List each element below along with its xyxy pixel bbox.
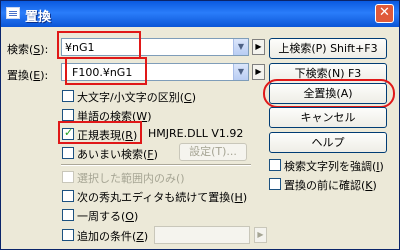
confirm-before-replace-label: 置換の前に確認(K) [284,179,377,192]
replace-label: 置換(E): [7,69,49,82]
settings-button[interactable]: 設定(T)... [179,143,247,161]
highlight-search-checkbox[interactable] [269,159,281,171]
highlight-search-label: 検索文字列を強調(I) [284,160,384,173]
fuzzy-search-checkbox[interactable] [62,147,74,159]
cancel-button[interactable]: キャンセル [269,107,387,128]
divider [61,164,251,166]
replace-dialog: 置換 ✕ 検索(S): ¥nG1 ▼ ▶ 置換(E): F100.¥nG1 ▼ … [0,0,400,250]
close-icon[interactable]: ✕ [375,4,394,23]
continue-next-checkbox[interactable] [62,190,74,202]
dll-version-text: HMJRE.DLL V1.92 [148,127,244,140]
help-button[interactable]: ヘルプ [269,132,387,153]
regex-highlight-box [58,121,142,144]
app-icon [6,7,20,19]
replace-history-arrow-icon[interactable]: ▶ [252,64,265,80]
confirm-before-replace-checkbox[interactable] [269,178,281,190]
word-search-checkbox[interactable] [62,109,74,121]
search-dropdown-icon[interactable]: ▼ [233,39,248,55]
case-sensitive-checkbox[interactable] [62,90,74,102]
wrap-around-checkbox[interactable] [62,209,74,221]
extra-condition-arrow-icon[interactable]: ▶ [254,227,267,243]
search-highlight-box [57,31,141,59]
replace-highlight-box [65,57,147,85]
selection-only-checkbox[interactable] [62,171,74,183]
window-title: 置換 [25,10,52,25]
continue-next-label: 次の秀丸エディタも続けて置換(H) [77,191,248,204]
search-label: 検索(S): [7,43,49,56]
wrap-around-label: 一周する(O) [77,210,139,223]
replace-all-highlight-oval [263,79,395,108]
replace-dropdown-icon[interactable]: ▼ [233,64,248,80]
search-up-button[interactable]: 上検索(P) Shift+F3 [269,38,387,59]
search-history-arrow-icon[interactable]: ▶ [252,39,265,55]
selection-only-label: 選択した範囲内のみ() [77,172,185,185]
extra-condition-input[interactable] [154,226,250,244]
extra-condition-checkbox[interactable] [62,229,74,241]
title-bar: 置換 ✕ [1,1,399,27]
extra-condition-label: 追加の条件(Z) [77,230,149,243]
case-sensitive-label: 大文字/小文字の区別(C) [77,91,196,104]
fuzzy-search-label: あいまい検索(F) [77,148,158,161]
